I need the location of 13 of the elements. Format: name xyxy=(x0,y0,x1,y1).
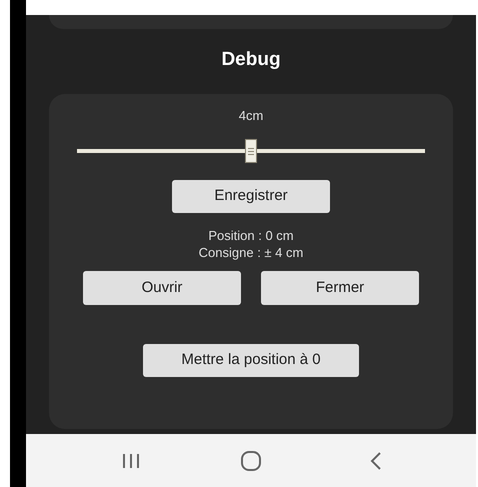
status-text: Consigne : ± 4 cm xyxy=(198,244,304,261)
slider-value: 4cm xyxy=(238,108,264,124)
slider-thumb[interactable] xyxy=(245,139,257,163)
home-icon[interactable] xyxy=(240,450,262,472)
back-icon[interactable] xyxy=(370,450,382,470)
close-button[interactable]: Fermer xyxy=(261,271,419,305)
save-button[interactable]: Enregistrer xyxy=(172,180,330,213)
recent-apps-icon[interactable] xyxy=(121,452,142,468)
reset-position-button[interactable]: Mettre la position à 0 xyxy=(143,344,359,377)
section-title: Debug xyxy=(221,48,281,72)
status-text: Position : 0 cm xyxy=(208,227,294,244)
open-button[interactable]: Ouvrir xyxy=(83,271,241,305)
slider[interactable] xyxy=(77,139,425,163)
